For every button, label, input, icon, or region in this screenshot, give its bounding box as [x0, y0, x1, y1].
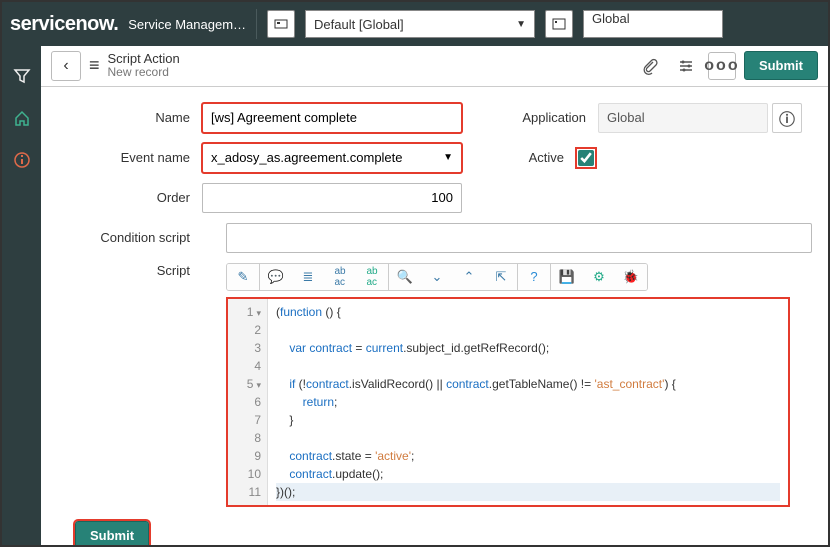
settings-icon[interactable]	[672, 52, 700, 80]
script-toolbar: ✎ 💬 ≣ abac abac 🔍 ⌄ ⌃ ⇱	[226, 263, 648, 291]
event-name-label: Event name	[57, 150, 202, 165]
submit-button-header[interactable]: Submit	[744, 51, 818, 80]
attachment-icon[interactable]	[636, 52, 664, 80]
filter-icon[interactable]	[12, 66, 32, 86]
scope-picker-icon[interactable]	[267, 10, 295, 38]
name-label: Name	[57, 110, 202, 125]
replace-icon[interactable]: abac	[324, 264, 356, 290]
order-label: Order	[57, 190, 202, 205]
domain-picker-icon[interactable]	[545, 10, 573, 38]
popup-icon[interactable]: ⇱	[485, 264, 517, 290]
application-info-icon[interactable]: ⓘ	[772, 103, 802, 133]
form-title: Script Action	[108, 52, 180, 67]
replace-all-icon[interactable]: abac	[356, 264, 388, 290]
divider	[256, 9, 257, 39]
script-label: Script	[57, 263, 202, 278]
format-icon[interactable]: ✎	[227, 264, 259, 290]
expand-icon[interactable]: ⌃	[453, 264, 485, 290]
app-title: Service Managem…	[128, 17, 246, 32]
submit-button-footer[interactable]: Submit	[75, 521, 149, 545]
save-icon[interactable]: 💾	[551, 264, 583, 290]
active-checkbox[interactable]	[578, 150, 594, 166]
collapse-icon[interactable]: ⌄	[421, 264, 453, 290]
menu-icon[interactable]: ≡	[89, 55, 100, 76]
scope-select[interactable]: Default [Global]▼	[305, 10, 535, 38]
search-icon[interactable]: 🔍	[389, 264, 421, 290]
help-icon[interactable]: ?	[518, 264, 550, 290]
more-actions-button[interactable]: ooo	[708, 52, 736, 80]
condition-script-label: Condition script	[57, 230, 202, 245]
active-label: Active	[486, 150, 576, 165]
order-input[interactable]	[202, 183, 462, 213]
code-content[interactable]: (function () { var contract = current.su…	[268, 299, 788, 505]
align-icon[interactable]: ≣	[292, 264, 324, 290]
form-subtitle: New record	[108, 66, 180, 80]
event-name-select[interactable]: x_adosy_as.agreement.complete▼	[202, 143, 462, 173]
back-button[interactable]: ‹	[51, 51, 81, 81]
debug-icon[interactable]: 🐞	[615, 264, 647, 290]
name-input[interactable]	[202, 103, 462, 133]
script-editor[interactable]: 1234567891011 (function () { var contrac…	[226, 297, 790, 507]
condition-script-input[interactable]	[226, 223, 812, 253]
info-icon[interactable]	[12, 150, 32, 170]
home-icon[interactable]	[12, 108, 32, 128]
servicenow-logo: servicenow.	[10, 13, 118, 36]
comment-icon[interactable]: 💬	[260, 264, 292, 290]
application-label: Application	[508, 110, 598, 125]
application-value: Global	[598, 103, 768, 133]
run-icon[interactable]: ⚙	[583, 264, 615, 290]
line-gutter: 1234567891011	[228, 299, 268, 505]
domain-select[interactable]: Global	[583, 10, 723, 38]
